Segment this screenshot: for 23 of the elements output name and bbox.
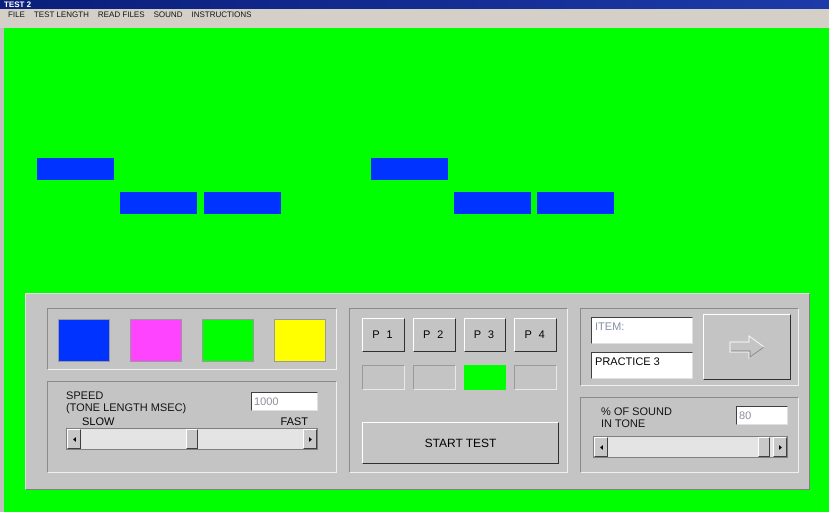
menu-item[interactable]: INSTRUCTIONS — [191, 9, 252, 19]
menu-item[interactable]: TEST LENGTH — [34, 9, 89, 19]
menu-item[interactable]: SOUND — [154, 9, 182, 19]
preset-button[interactable]: P 3 — [464, 318, 506, 352]
window-title: TEST 2 — [3, 0, 32, 9]
slow-label: SLOW — [82, 416, 114, 428]
color-swatch[interactable] — [202, 319, 254, 362]
fast-label: FAST — [280, 416, 308, 428]
preset-button[interactable]: P 1 — [362, 318, 405, 352]
preset-button[interactable]: P 2 — [412, 318, 456, 352]
color-swatch[interactable] — [274, 319, 326, 362]
right-arrow-icon — [729, 335, 765, 359]
item-field[interactable]: ITEM: — [591, 317, 693, 344]
menu-item[interactable]: READ FILES — [98, 9, 145, 19]
color-swatch[interactable] — [130, 319, 182, 362]
next-button[interactable] — [703, 314, 791, 380]
color-swatch[interactable] — [58, 319, 110, 362]
start-test-button[interactable]: START TEST — [362, 422, 559, 464]
preset-button[interactable]: P 4 — [514, 318, 557, 352]
menu-item[interactable]: FILE — [8, 9, 25, 19]
sound-label: % OF SOUND IN TONE — [601, 406, 672, 430]
item-name-field[interactable]: PRACTICE 3 — [591, 352, 693, 379]
speed-label: SPEED (TONE LENGTH MSEC) — [66, 390, 186, 414]
